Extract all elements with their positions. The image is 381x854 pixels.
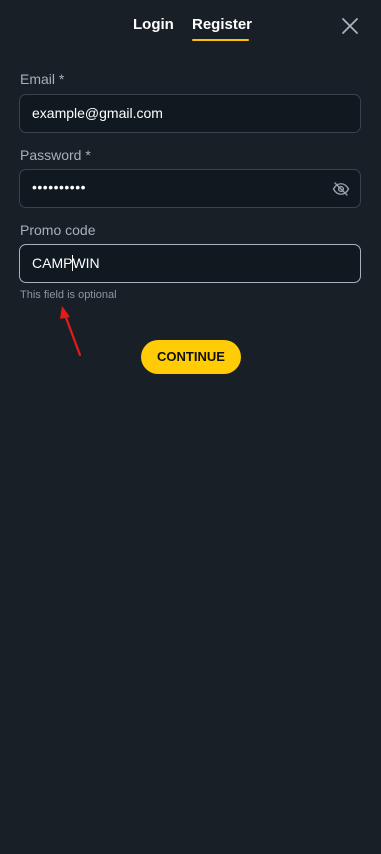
tab-register[interactable]: Register (192, 16, 252, 33)
email-value: example@gmail.com (32, 105, 163, 121)
promo-code-value-after-caret: WIN (72, 255, 100, 271)
email-field[interactable]: example@gmail.com (19, 94, 361, 133)
promo-code-hint: This field is optional (20, 289, 117, 301)
promo-code-value: CAMPWIN (32, 255, 100, 271)
close-button[interactable] (338, 14, 362, 38)
promo-code-field[interactable]: CAMPWIN (19, 244, 361, 283)
promo-code-label: Promo code (20, 222, 96, 238)
close-icon (342, 18, 358, 34)
password-label: Password * (20, 147, 91, 163)
tab-login[interactable]: Login (133, 16, 174, 33)
eye-slash-icon (332, 182, 350, 196)
toggle-password-visibility-button[interactable] (332, 180, 350, 198)
email-label: Email * (20, 71, 65, 87)
auth-tabs: Login Register (0, 16, 381, 46)
continue-button[interactable]: CONTINUE (141, 340, 241, 374)
active-tab-indicator (192, 39, 249, 41)
register-modal: Login Register Email * example@gmail.com… (0, 0, 381, 854)
password-value: •••••••••• (32, 179, 87, 195)
password-field[interactable]: •••••••••• (19, 169, 361, 208)
annotation-arrow (60, 306, 82, 357)
promo-code-value-before-caret: CAMP (32, 255, 73, 271)
